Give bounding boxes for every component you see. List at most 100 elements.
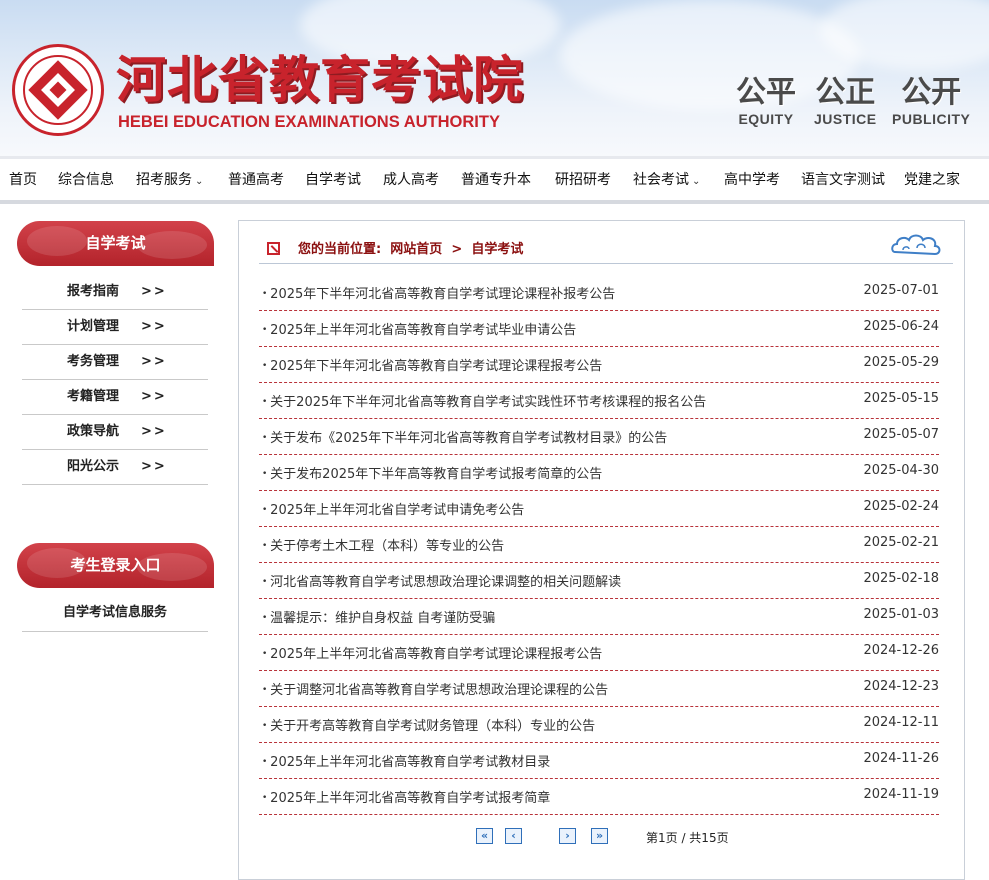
nav-label: 综合信息 [58,172,114,188]
article-row[interactable]: 2025年下半年河北省高等教育自学考试理论课程报考公告 2025-05-29 [259,347,939,383]
sidebar-item-exam-affairs[interactable]: 考务管理 >> [22,345,208,380]
article-row[interactable]: 关于2025年下半年河北省高等教育自学考试实践性环节考核课程的报名公告 2025-… [259,383,939,419]
nav-label: 党建之家 [904,172,960,188]
nav-item-gaokao[interactable]: 普通高考 [228,170,284,190]
chevron-down-icon: ⌄ [195,176,204,187]
article-title-link[interactable]: 2025年上半年河北省高等教育自学考试理论课程报考公告 [262,643,602,662]
article-list: 2025年下半年河北省高等教育自学考试理论课程补报考公告2025-07-0120… [259,275,939,815]
nav-item-highschool-test[interactable]: 高中学考 [724,170,780,190]
chevron-down-icon: ⌄ [692,176,701,187]
article-row[interactable]: 2025年上半年河北省高等教育自学考试毕业申请公告 2025-06-24 [259,311,939,347]
motto-justice: 公正 JUSTICE [814,75,877,127]
article-row[interactable]: 2025年上半年河北省高等教育自学考试报考简章 2024-11-19 [259,779,939,815]
nav-item-self-study-exam[interactable]: 自学考试 [305,170,361,190]
nav-item-graduate-exam[interactable]: 研招研考 [555,170,611,190]
main-nav: 首页 综合信息 招考服务 ⌄ 普通高考 自学考试 成人高考 普通专升本 研招研考 … [0,156,989,204]
article-row[interactable]: 关于调整河北省高等教育自学考试思想政治理论课程的公告 2024-12-23 [259,671,939,707]
site-header: 河北省教育考试院 HEBEI EDUCATION EXAMINATIONS AU… [0,0,989,156]
sidebar-item-plan-management[interactable]: 计划管理 >> [22,310,208,345]
article-row[interactable]: 关于停考土木工程（本科）等专业的公告 2025-02-21 [259,527,939,563]
pagination: « ‹ › » 第1页 / 共15页 [476,828,776,850]
nav-label: 语言文字测试 [801,172,885,188]
article-title-link[interactable]: 关于停考土木工程（本科）等专业的公告 [262,535,504,554]
nav-label: 研招研考 [555,172,611,188]
breadcrumb-separator: > [451,242,463,257]
article-date: 2025-05-07 [863,427,939,442]
sidebar-item-label: 考务管理 [67,354,120,369]
prev-page-button[interactable]: ‹ [505,828,522,844]
site-name-en: HEBEI EDUCATION EXAMINATIONS AUTHORITY [118,113,500,131]
breadcrumb-prefix: 您的当前位置: [298,242,382,257]
sidebar-item-label: 考籍管理 [67,389,120,404]
article-row[interactable]: 温馨提示：维护自身权益 自考谨防受骗 2025-01-03 [259,599,939,635]
article-row[interactable]: 2025年上半年河北省高等教育自学考试教材目录 2024-11-26 [259,743,939,779]
last-page-button[interactable]: » [591,828,608,844]
nav-item-language-test[interactable]: 语言文字测试 [801,170,885,190]
article-title-link[interactable]: 2025年上半年河北省自学考试申请免考公告 [262,499,524,518]
article-date: 2024-11-26 [863,751,939,766]
motto-equity: 公平 EQUITY [736,75,796,127]
motto-publicity: 公开 PUBLICITY [892,75,970,127]
article-title-link[interactable]: 关于开考高等教育自学考试财务管理（本科）专业的公告 [262,715,595,734]
nav-item-party-building[interactable]: 党建之家 [904,170,960,190]
article-date: 2025-05-29 [863,355,939,370]
double-arrow-icon: >> [141,284,167,299]
article-title-link[interactable]: 关于发布《2025年下半年河北省高等教育自学考试教材目录》的公告 [262,427,667,446]
site-name-cn: 河北省教育考试院 [116,50,524,109]
article-title-link[interactable]: 关于发布2025年下半年高等教育自学考试报考简章的公告 [262,463,602,482]
breadcrumb-home-link[interactable]: 网站首页 [390,242,442,257]
article-title-link[interactable]: 2025年上半年河北省高等教育自学考试教材目录 [262,751,550,770]
article-row[interactable]: 2025年下半年河北省高等教育自学考试理论课程补报考公告 2025-07-01 [259,275,939,311]
site-logo[interactable] [12,44,104,136]
article-row[interactable]: 河北省高等教育自学考试思想政治理论课调整的相关问题解读 2025-02-18 [259,563,939,599]
first-page-button[interactable]: « [476,828,493,844]
nav-item-admission-services[interactable]: 招考服务 ⌄ [136,170,203,192]
article-date: 2025-04-30 [863,463,939,478]
nav-item-upgrade-exam[interactable]: 普通专升本 [461,170,531,190]
nav-item-general-info[interactable]: 综合信息 [58,170,114,190]
double-arrow-icon: >> [141,354,167,369]
article-title-link[interactable]: 2025年上半年河北省高等教育自学考试报考简章 [262,787,550,806]
login-section-header: 考生登录入口 [17,543,214,588]
motto-en: PUBLICITY [892,111,971,127]
article-date: 2024-12-26 [863,643,939,658]
nav-item-social-exam[interactable]: 社会考试 ⌄ [633,170,700,192]
page-info: 第1页 / 共15页 [646,831,729,845]
motto-zh: 公正 [815,75,876,110]
article-date: 2025-01-03 [863,607,939,622]
article-title-link[interactable]: 温馨提示：维护自身权益 自考谨防受骗 [262,607,495,626]
sidebar-item-exam-guide[interactable]: 报考指南 >> [22,275,208,310]
breadcrumb: 您的当前位置: 网站首页 > 自学考试 [259,232,953,264]
article-row[interactable]: 2025年上半年河北省高等教育自学考试理论课程报考公告 2024-12-26 [259,635,939,671]
self-study-info-service-link[interactable]: 自学考试信息服务 [22,596,208,632]
nav-label: 高中学考 [724,172,780,188]
sidebar-item-policy-guide[interactable]: 政策导航 >> [22,415,208,450]
nav-item-home[interactable]: 首页 [9,170,37,190]
article-date: 2025-05-15 [863,391,939,406]
article-date: 2024-12-11 [863,715,939,730]
motto-zh: 公平 [736,75,796,110]
sidebar-item-public-notice[interactable]: 阳光公示 >> [22,450,208,485]
article-title-link[interactable]: 2025年下半年河北省高等教育自学考试理论课程报考公告 [262,355,602,374]
article-title-link[interactable]: 2025年下半年河北省高等教育自学考试理论课程补报考公告 [262,283,615,302]
article-row[interactable]: 关于开考高等教育自学考试财务管理（本科）专业的公告 2024-12-11 [259,707,939,743]
next-page-button[interactable]: › [559,828,576,844]
article-title-link[interactable]: 河北省高等教育自学考试思想政治理论课调整的相关问题解读 [262,571,621,590]
article-list-panel: 您的当前位置: 网站首页 > 自学考试 2025年下半年河北省高等教育自学考试理… [238,220,965,880]
nav-item-adult-exam[interactable]: 成人高考 [383,170,439,190]
article-row[interactable]: 2025年上半年河北省自学考试申请免考公告 2025-02-24 [259,491,939,527]
sidebar-item-label: 阳光公示 [67,459,120,474]
motto-en: EQUITY [738,111,794,127]
auspicious-cloud-icon [891,234,941,256]
article-row[interactable]: 关于发布《2025年下半年河北省高等教育自学考试教材目录》的公告 2025-05-… [259,419,939,455]
article-title-link[interactable]: 关于调整河北省高等教育自学考试思想政治理论课程的公告 [262,679,608,698]
article-date: 2025-02-21 [863,535,939,550]
sidebar-section-title: 自学考试 [85,234,146,252]
sidebar-section-header: 自学考试 [17,221,214,266]
article-row[interactable]: 关于发布2025年下半年高等教育自学考试报考简章的公告 2025-04-30 [259,455,939,491]
article-title-link[interactable]: 关于2025年下半年河北省高等教育自学考试实践性环节考核课程的报名公告 [262,391,706,410]
article-title-link[interactable]: 2025年上半年河北省高等教育自学考试毕业申请公告 [262,319,576,338]
sidebar-item-label: 政策导航 [67,424,120,439]
article-date: 2025-02-24 [863,499,939,514]
sidebar-item-student-records[interactable]: 考籍管理 >> [22,380,208,415]
